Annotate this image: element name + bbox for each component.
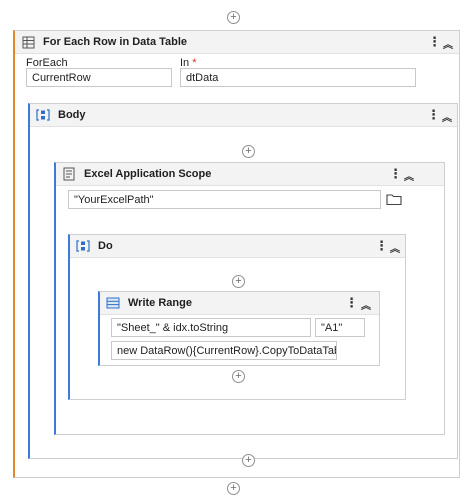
- for-each-title: For Each Row in Data Table: [43, 36, 188, 48]
- do-sequence[interactable]: Do ⋮ ︽ + Write Range ⋮ ︽ "Sheet_" & idx.…: [68, 234, 406, 400]
- excel-path-field[interactable]: "YourExcelPath": [68, 190, 381, 209]
- add-activity-bottom-icon[interactable]: +: [227, 482, 240, 495]
- start-cell-field[interactable]: "A1": [315, 318, 365, 337]
- datatable-field[interactable]: new DataRow(){CurrentRow}.CopyToDataTabl…: [111, 341, 337, 360]
- for-each-collapse-icon[interactable]: ︽: [443, 36, 453, 51]
- folder-icon[interactable]: [386, 192, 402, 209]
- body-header[interactable]: Body: [30, 104, 457, 127]
- body-menu-icon[interactable]: ⋮: [427, 107, 440, 123]
- body-collapse-icon[interactable]: ︽: [442, 109, 452, 124]
- do-menu-icon[interactable]: ⋮: [375, 238, 388, 254]
- excel-scope-title: Excel Application Scope: [84, 168, 212, 180]
- for-each-header[interactable]: For Each Row in Data Table: [15, 31, 459, 54]
- write-range-header[interactable]: Write Range: [100, 292, 379, 315]
- body-title: Body: [58, 109, 86, 121]
- for-each-icon: [21, 35, 35, 49]
- do-collapse-icon[interactable]: ︽: [390, 240, 400, 255]
- table-icon: [106, 296, 120, 310]
- excel-scope-collapse-icon[interactable]: ︽: [404, 168, 414, 183]
- sheet-name-field[interactable]: "Sheet_" & idx.toString: [111, 318, 311, 337]
- body-sequence[interactable]: Body ⋮ ︽ + Excel Application Scope ⋮ ︽ "…: [28, 103, 458, 467]
- excel-scope-menu-icon[interactable]: ⋮: [389, 166, 402, 182]
- foreach-variable-field[interactable]: CurrentRow: [26, 68, 172, 87]
- excel-application-scope[interactable]: Excel Application Scope ⋮ ︽ "YourExcelPa…: [54, 162, 445, 435]
- sequence-icon: [36, 108, 50, 122]
- for-each-row-activity[interactable]: For Each Row in Data Table ⋮ ︽ ForEach I…: [13, 30, 460, 478]
- do-title: Do: [98, 240, 113, 252]
- document-icon: [62, 167, 76, 181]
- do-header[interactable]: Do: [70, 235, 405, 258]
- add-activity-body-top-icon[interactable]: +: [242, 145, 255, 158]
- write-range-menu-icon[interactable]: ⋮: [345, 295, 358, 311]
- add-activity-do-bottom-icon[interactable]: +: [232, 370, 245, 383]
- in-datatable-field[interactable]: dtData: [180, 68, 416, 87]
- write-range-title: Write Range: [128, 297, 192, 309]
- write-range-activity[interactable]: Write Range ⋮ ︽ "Sheet_" & idx.toString …: [98, 291, 380, 366]
- excel-scope-header[interactable]: Excel Application Scope: [56, 163, 444, 186]
- write-range-collapse-icon[interactable]: ︽: [361, 297, 371, 312]
- add-activity-top-icon[interactable]: +: [227, 11, 240, 24]
- sequence-icon: [76, 239, 90, 253]
- add-activity-do-top-icon[interactable]: +: [232, 275, 245, 288]
- for-each-menu-icon[interactable]: ⋮: [428, 34, 441, 50]
- add-activity-body-bottom-icon[interactable]: +: [242, 454, 255, 467]
